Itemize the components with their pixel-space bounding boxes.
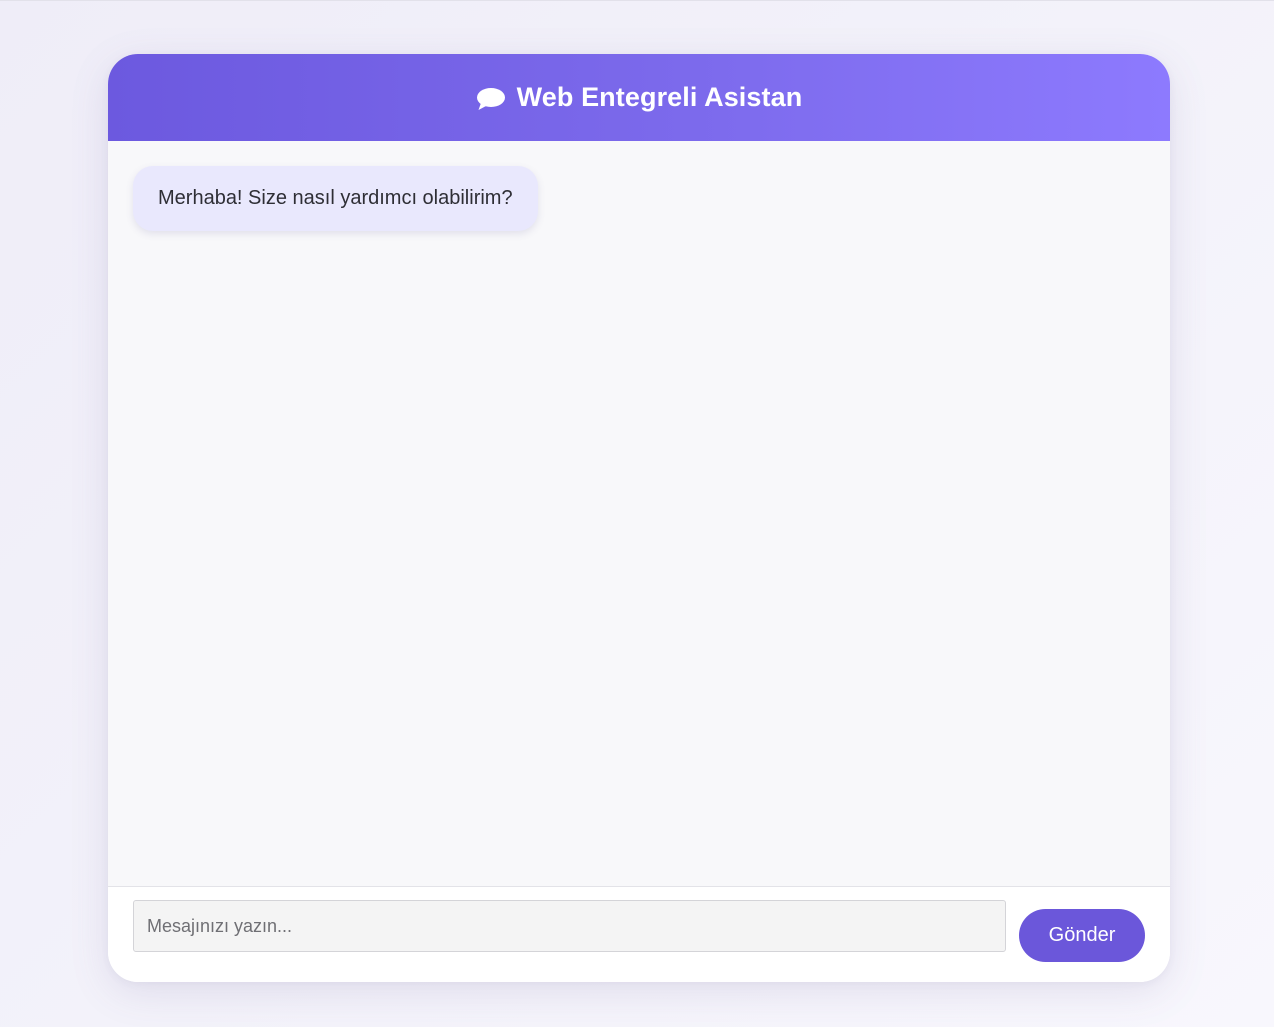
send-button[interactable]: Gönder [1019, 909, 1145, 962]
bot-message: Merhaba! Size nasıl yardımcı olabilirim? [133, 166, 538, 231]
speech-bubble-icon [476, 86, 506, 112]
chat-window: Web Entegreli Asistan Merhaba! Size nası… [108, 54, 1170, 982]
chat-header: Web Entegreli Asistan [108, 54, 1170, 141]
message-list[interactable]: Merhaba! Size nasıl yardımcı olabilirim? [108, 141, 1170, 886]
input-bar: Gönder [108, 886, 1170, 982]
message-input[interactable] [133, 900, 1006, 952]
chat-title: Web Entegreli Asistan [516, 82, 803, 112]
